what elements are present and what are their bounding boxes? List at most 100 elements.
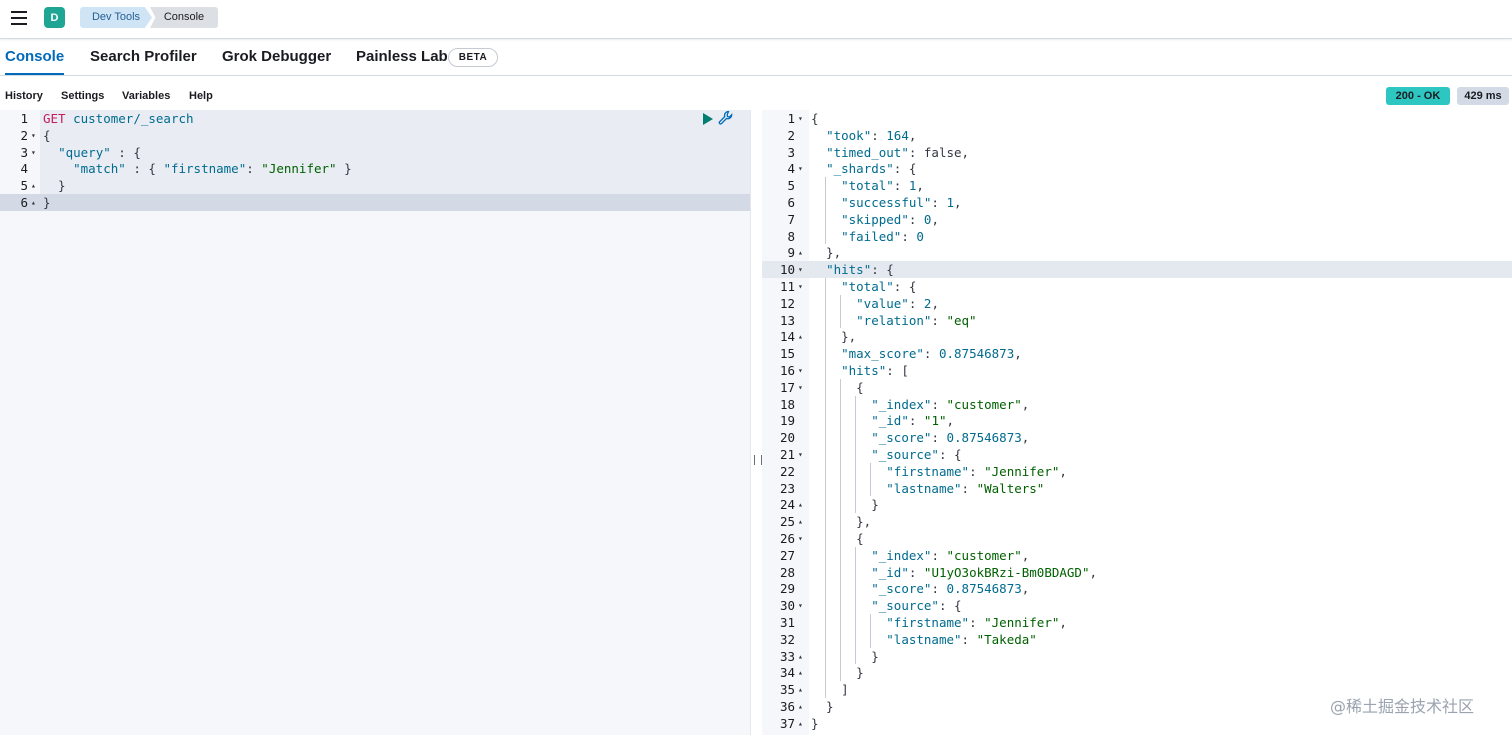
line-number: 4: [20, 161, 28, 177]
request-line[interactable]: 3 ▾ "query" : {: [0, 144, 750, 161]
caret-up-icon[interactable]: ▴: [798, 244, 803, 261]
response-line: 14 ▴ },: [762, 328, 1512, 345]
line-number: 32: [779, 631, 795, 647]
request-line[interactable]: 1 GET customer/_search: [0, 110, 750, 127]
indent-guide: [855, 563, 857, 581]
indent-guide: [855, 647, 857, 665]
response-line: 37 ▴}: [762, 715, 1512, 732]
line-number: 34: [779, 665, 795, 681]
indent-guide: [825, 311, 827, 329]
request-line[interactable]: 5 ▴ }: [0, 177, 750, 194]
code-text: {: [811, 531, 864, 546]
indent-guide: [840, 647, 842, 665]
caret-up-icon[interactable]: ▴: [798, 328, 803, 345]
variables-link[interactable]: Variables: [122, 90, 170, 102]
top-header: D Dev Tools Console: [0, 0, 1512, 39]
indent-guide: [855, 614, 857, 631]
request-editor[interactable]: 1 GET customer/_search 2 ▾ {3 ▾ "query" : {4 …: [0, 110, 750, 735]
caret-up-icon[interactable]: ▴: [798, 715, 803, 732]
indent-guide: [825, 647, 827, 665]
caret-down-icon[interactable]: ▾: [798, 278, 803, 295]
line-number: 15: [779, 346, 795, 362]
line-number: 2: [20, 127, 28, 143]
caret-down-icon[interactable]: ▾: [798, 362, 803, 379]
request-line[interactable]: 4 "match" : { "firstname": "Jennifer" }: [0, 160, 750, 177]
line-number: 3: [787, 144, 795, 160]
tab-search-profiler[interactable]: Search Profiler: [90, 39, 197, 75]
indent-guide: [825, 227, 827, 245]
line-number: 7: [787, 211, 795, 227]
code-text: },: [811, 245, 842, 261]
caret-up-icon[interactable]: ▴: [798, 698, 803, 715]
response-line: 20 "_score": 0.87546873,: [762, 429, 1512, 446]
indent-guide: [870, 614, 872, 631]
caret-down-icon[interactable]: ▾: [798, 261, 803, 278]
response-line: 10 ▾ "hits": {: [762, 261, 1512, 279]
line-number: 35: [779, 682, 795, 698]
caret-up-icon[interactable]: ▴: [31, 177, 36, 194]
code-text: "query" : {: [58, 144, 141, 160]
code-text: "skipped": 0,: [841, 211, 939, 227]
line-number: 26: [779, 531, 795, 546]
tab-grok-debugger[interactable]: Grok Debugger: [222, 39, 331, 75]
code-text: ]: [811, 682, 849, 698]
line-number: 2: [787, 127, 795, 143]
response-line: 18 "_index": "customer",: [762, 396, 1512, 413]
request-line[interactable]: 2 ▾ {: [0, 127, 750, 144]
line-number: 1: [787, 111, 795, 126]
indent-guide: [825, 378, 827, 396]
indent-guide: [855, 395, 857, 413]
caret-down-icon[interactable]: ▾: [798, 446, 803, 463]
caret-up-icon[interactable]: ▴: [798, 513, 803, 530]
caret-down-icon[interactable]: ▾: [798, 530, 803, 547]
response-line: 28 "_id": "U1yO3okBRzi-Bm0BDAGD",: [762, 564, 1512, 581]
caret-up-icon[interactable]: ▴: [798, 664, 803, 681]
avatar[interactable]: D: [44, 7, 65, 28]
response-line: 9 ▴ },: [762, 244, 1512, 261]
caret-down-icon[interactable]: ▾: [798, 160, 803, 177]
caret-up-icon[interactable]: ▴: [798, 496, 803, 513]
line-number: 30: [779, 598, 795, 614]
wrench-icon[interactable]: [718, 110, 734, 126]
caret-down-icon[interactable]: ▾: [31, 127, 36, 144]
hamburger-menu-icon[interactable]: [11, 11, 27, 25]
caret-up-icon[interactable]: ▴: [798, 648, 803, 665]
response-line: 25 ▴ },: [762, 513, 1512, 530]
caret-up-icon[interactable]: ▴: [798, 681, 803, 698]
request-line[interactable]: 6 ▴}: [0, 194, 750, 211]
indent-guide: [825, 328, 827, 346]
response-line: 19 "_id": "1",: [762, 412, 1512, 429]
indent-guide: [840, 446, 842, 463]
indent-guide: [840, 530, 842, 547]
response-line: 30 ▾ "_source": {: [762, 597, 1512, 614]
history-link[interactable]: History: [5, 90, 43, 102]
indent-guide: [840, 395, 842, 413]
tab-console[interactable]: Console: [5, 39, 65, 75]
indent-guide: [825, 563, 827, 581]
indent-guide: [840, 479, 842, 497]
response-line: 11 ▾ "total": {: [762, 278, 1512, 295]
code-text: "_index": "customer",: [871, 547, 1030, 563]
response-line: 29 "_score": 0.87546873,: [762, 580, 1512, 597]
response-line: 27 "_index": "customer",: [762, 547, 1512, 564]
play-icon[interactable]: [701, 112, 715, 126]
response-line: 17 ▾ {: [762, 379, 1512, 396]
caret-down-icon[interactable]: ▾: [798, 379, 803, 396]
caret-up-icon[interactable]: ▴: [31, 194, 36, 211]
tab-painless-lab[interactable]: Painless Lab: [356, 39, 448, 75]
response-line: 3 "timed_out": false,: [762, 144, 1512, 161]
breadcrumb-dev-tools[interactable]: Dev Tools: [80, 7, 152, 28]
caret-down-icon[interactable]: ▾: [798, 597, 803, 614]
settings-link[interactable]: Settings: [61, 90, 104, 102]
response-line: 21 ▾ "_source": {: [762, 446, 1512, 463]
line-number: 33: [779, 648, 795, 664]
indent-guide: [855, 546, 857, 564]
help-link[interactable]: Help: [189, 90, 213, 102]
status-badge: 200 - OK: [1386, 87, 1450, 105]
code-text: {: [811, 379, 864, 395]
indent-guide: [825, 513, 827, 530]
code-text: },: [811, 329, 857, 345]
code-text: "_id": "U1yO3okBRzi-Bm0BDAGD",: [871, 564, 1098, 580]
caret-down-icon[interactable]: ▾: [31, 144, 36, 161]
caret-down-icon[interactable]: ▾: [798, 110, 803, 127]
